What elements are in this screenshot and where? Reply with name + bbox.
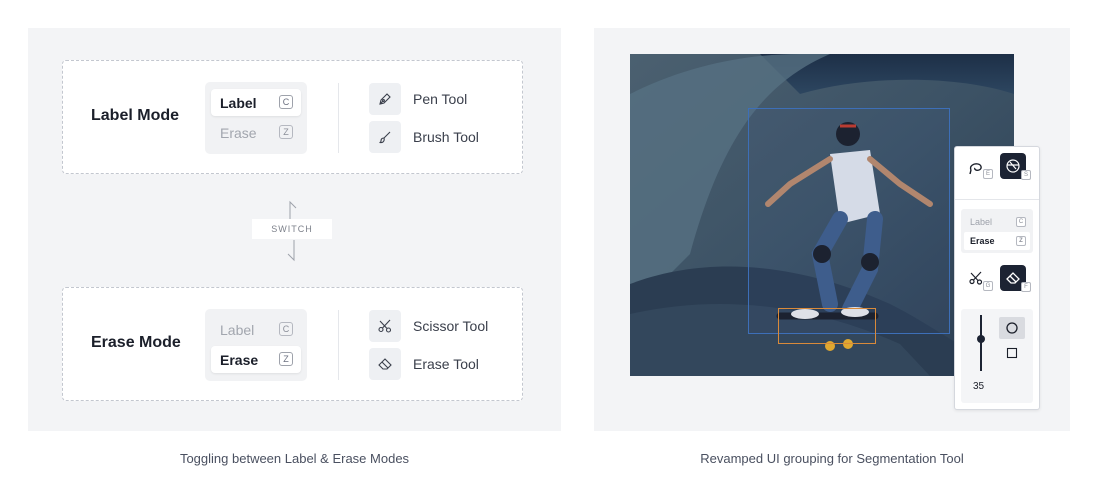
divider: [338, 83, 339, 153]
square-icon: [1006, 347, 1018, 359]
label-mode-option[interactable]: Label C: [211, 316, 301, 343]
brush-tool-label: Brush Tool: [413, 129, 479, 145]
shortcut-key-badge: C: [279, 322, 293, 336]
square-shape-button[interactable]: [999, 343, 1025, 363]
divider: [338, 310, 339, 380]
shortcut-key-badge: E: [983, 169, 993, 179]
label-mode-card: Label Mode Label C Erase Z Pen Tool Brus…: [62, 60, 523, 174]
object-bounding-box[interactable]: [778, 308, 876, 344]
segmentation-toolbar: E S Label C Erase Z G F 35: [954, 146, 1040, 410]
circle-shape-button[interactable]: [999, 317, 1025, 339]
segment-icon: [1006, 159, 1020, 173]
shortcut-key-badge: Z: [1016, 236, 1026, 246]
toolbar-mode-toggle: Label C Erase Z: [961, 209, 1033, 253]
pen-tool-label: Pen Tool: [413, 91, 468, 107]
erase-option-label: Erase: [220, 125, 257, 141]
shortcut-key-badge: F: [1021, 282, 1031, 292]
eraser-icon: [1006, 272, 1020, 284]
erase-option-label: Erase: [220, 352, 259, 368]
brush-size-panel: 35: [961, 309, 1033, 403]
pen-icon[interactable]: [369, 83, 401, 115]
brush-icon[interactable]: [369, 121, 401, 153]
erase-mode-card: Erase Mode Label C Erase Z Scissor Tool …: [62, 287, 523, 401]
label-option-label: Label: [220, 95, 257, 111]
scissor-tool-label: Scissor Tool: [413, 318, 489, 334]
erase-tool-label: Erase Tool: [413, 356, 479, 372]
shortcut-key-badge: Z: [279, 125, 293, 139]
erase-mode-option[interactable]: Erase Z: [964, 232, 1030, 250]
eraser-icon[interactable]: [369, 348, 401, 380]
shortcut-key-badge: S: [1021, 170, 1031, 180]
switch-label: SWITCH: [252, 219, 332, 239]
mode-toggle: Label C Erase Z: [205, 82, 307, 154]
left-caption: Toggling between Label & Erase Modes: [179, 451, 410, 466]
shortcut-key-badge: C: [279, 95, 293, 109]
label-mode-option[interactable]: Label C: [964, 213, 1030, 231]
segmentation-selection-box[interactable]: [748, 108, 950, 334]
scissor-icon: [969, 271, 983, 285]
erase-mode-option[interactable]: Erase Z: [211, 119, 301, 146]
scissor-icon[interactable]: [369, 310, 401, 342]
label-option-label: Label: [970, 217, 993, 227]
label-mode-title: Label Mode: [91, 107, 180, 124]
brush-size-slider[interactable]: [980, 315, 982, 371]
mode-toggle: Label C Erase Z: [205, 309, 307, 381]
right-caption: Revamped UI grouping for Segmentation To…: [700, 451, 964, 466]
label-mode-option[interactable]: Label C: [211, 89, 301, 116]
circle-icon: [1006, 322, 1018, 334]
brush-size-value: 35: [973, 381, 985, 392]
erase-option-label: Erase: [970, 236, 995, 246]
shortcut-key-badge: Z: [279, 352, 293, 366]
shortcut-key-badge: C: [1016, 217, 1026, 227]
shortcut-key-badge: G: [983, 281, 993, 291]
erase-mode-option[interactable]: Erase Z: [211, 346, 301, 373]
slider-handle[interactable]: [977, 335, 985, 343]
toolbar-divider: [955, 199, 1039, 200]
lasso-icon: [969, 163, 982, 175]
label-option-label: Label: [220, 322, 255, 338]
erase-mode-title: Erase Mode: [91, 334, 181, 351]
